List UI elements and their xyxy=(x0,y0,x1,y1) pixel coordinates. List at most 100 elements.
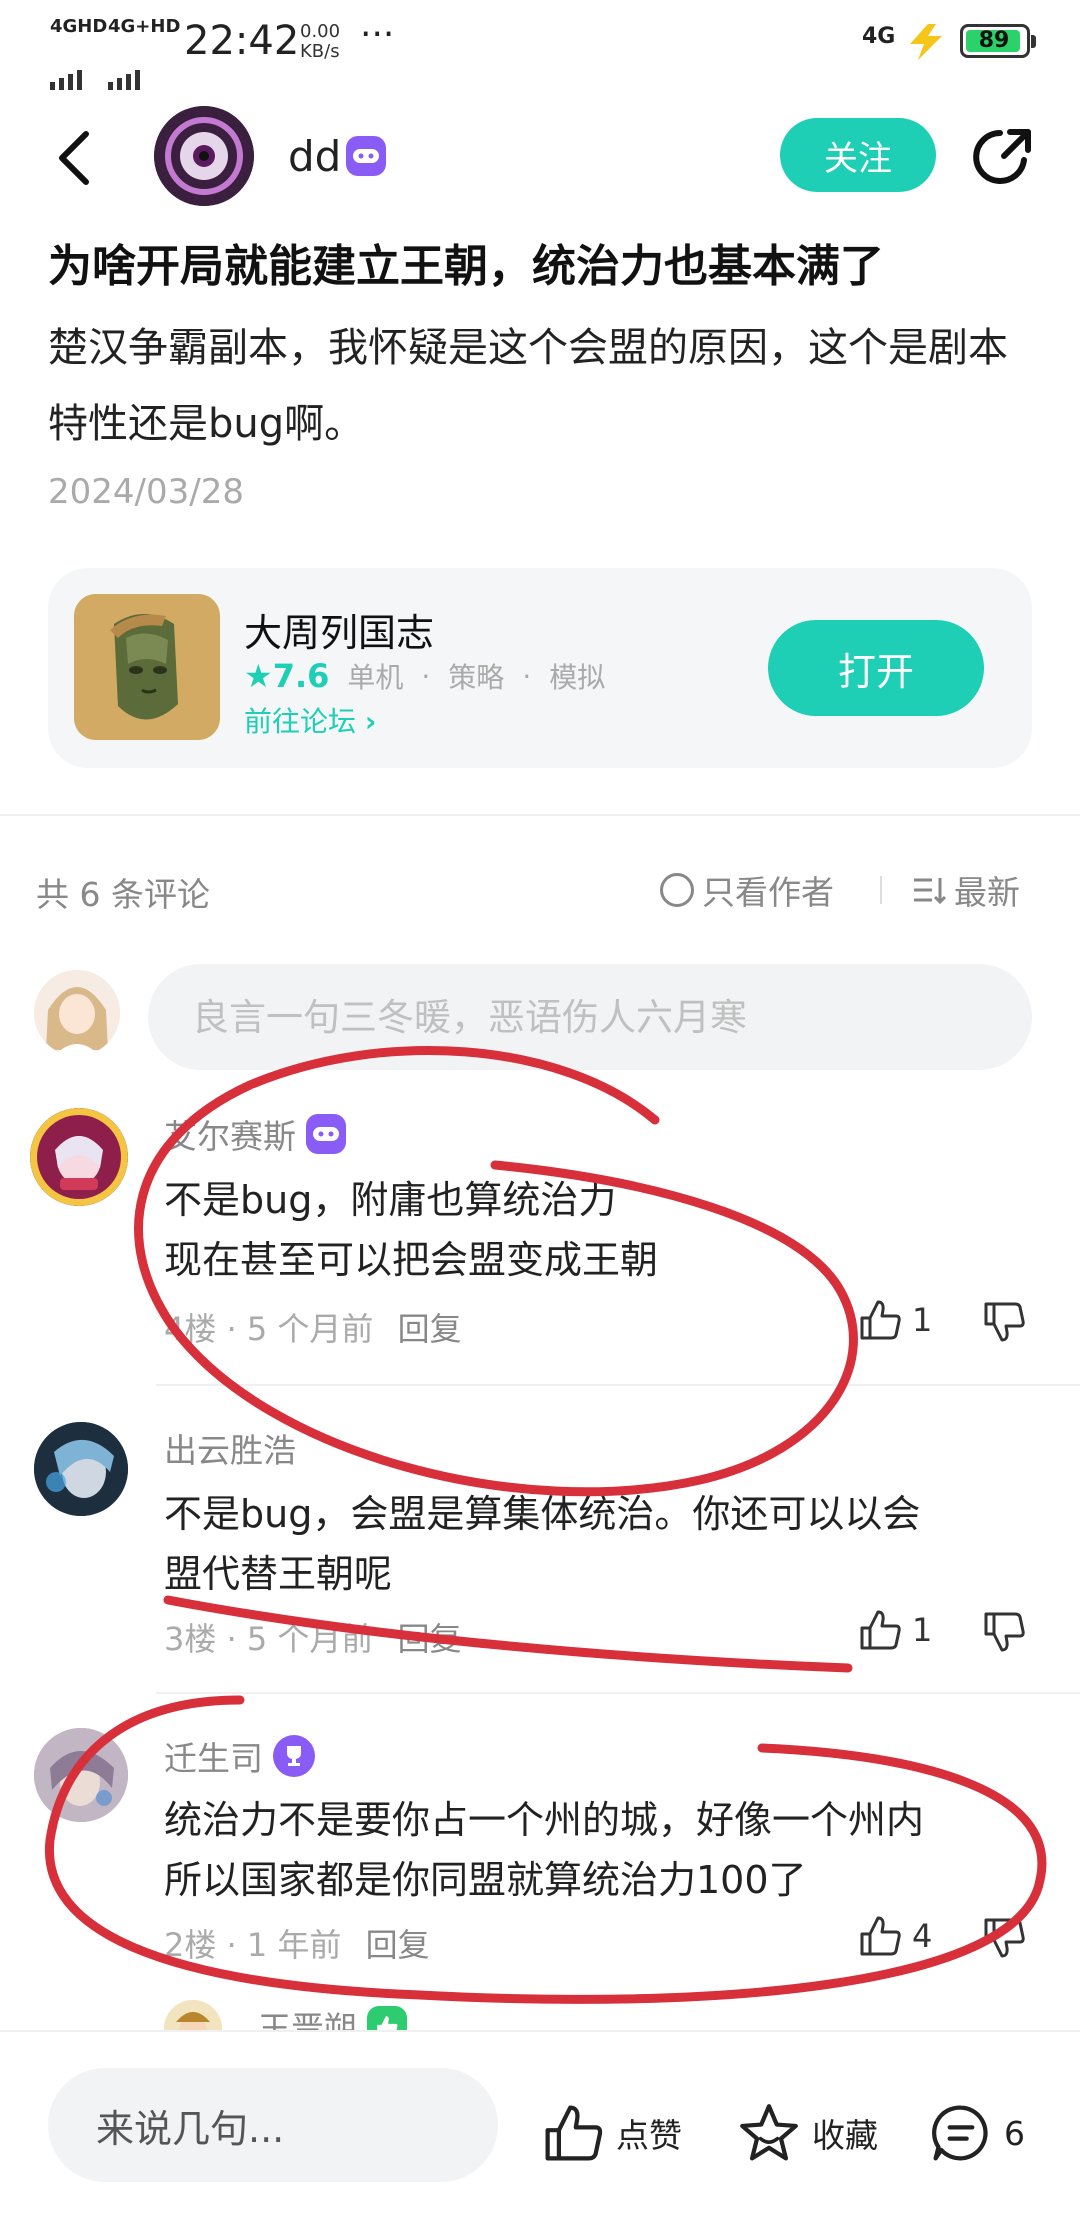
commenter-name[interactable]: 艾尔赛斯 xyxy=(164,1110,296,1158)
post-body: 楚汉争霸副本，我怀疑是这个会盟的原因，这个是剧本特性还是bug啊。 xyxy=(48,325,1008,447)
forum-link[interactable]: 前往论坛 › xyxy=(244,700,376,740)
like-button[interactable]: 1 xyxy=(858,1608,932,1652)
comment-meta: 4楼 · 5 个月前 回复 xyxy=(164,1310,462,1348)
thumbs-down-icon[interactable] xyxy=(982,1300,1026,1344)
post-title: 为啥开局就能建立王朝，统治力也基本满了 xyxy=(48,241,884,292)
signal-1: 4GHD xyxy=(50,18,107,90)
star-icon[interactable] xyxy=(738,2102,800,2164)
only-author-label[interactable]: 只看作者 xyxy=(702,866,834,914)
separator-dot: · xyxy=(522,659,532,693)
comment-text: 统治力不是要你占一个州的城，好像一个州内 所以国家都是你同盟就算统治力100了 xyxy=(164,1790,1014,1910)
comment-floor: 2楼 xyxy=(164,1926,217,1964)
status-bar: 4GHD 4G+HD 22:42 0.00 KB/s ··· 4G 89 xyxy=(0,0,1080,90)
speed-unit: KB/s xyxy=(300,41,340,62)
battery-level: 89 xyxy=(978,28,1010,53)
star-icon: ★ xyxy=(244,657,273,695)
comment-bubble-icon[interactable] xyxy=(930,2102,992,2164)
comment-line: 现在甚至可以把会盟变成王朝 xyxy=(164,1238,659,1282)
comment-line: 统治力不是要你占一个州的城，好像一个州内 xyxy=(164,1798,925,1842)
commenter-avatar[interactable] xyxy=(34,1728,128,1822)
sort-toggle[interactable]: 最新 xyxy=(912,866,1020,914)
signal-bars-icon xyxy=(50,68,107,90)
open-game-button[interactable]: 打开 xyxy=(768,620,984,716)
reply-button[interactable]: 回复 xyxy=(398,1620,462,1658)
bottom-comment-input[interactable]: 来说几句... xyxy=(48,2068,498,2182)
network-type-right: 4G xyxy=(862,24,896,49)
thumbs-up-icon[interactable] xyxy=(858,1608,902,1652)
like-post-button[interactable]: 点赞 xyxy=(542,2102,682,2164)
comments-button[interactable]: 6 xyxy=(930,2102,1025,2164)
commenter-avatar[interactable] xyxy=(30,1108,128,1206)
like-count: 1 xyxy=(912,1611,933,1649)
author-avatar[interactable] xyxy=(154,106,254,206)
comment-meta: 2楼 · 1 年前 回复 xyxy=(164,1926,430,1964)
like-button[interactable]: 4 xyxy=(858,1914,932,1958)
reply-button[interactable]: 回复 xyxy=(366,1926,430,1964)
commenter-avatar[interactable] xyxy=(34,1422,128,1516)
battery-icon: 89 xyxy=(960,24,1036,58)
signal-2: 4G+HD xyxy=(108,18,180,90)
game-tag: 策略 xyxy=(448,661,505,694)
game-tag: 模拟 xyxy=(549,661,606,694)
reply-button[interactable]: 回复 xyxy=(398,1310,462,1348)
comment-input-box[interactable] xyxy=(148,964,1032,1070)
like-count: 4 xyxy=(912,1917,933,1955)
comment-line: 所以国家都是你同盟就算统治力100了 xyxy=(164,1858,807,1902)
bottom-bar: 来说几句... 点赞 收藏 6 xyxy=(0,2030,1080,2214)
comment-meta: 3楼 · 5 个月前 回复 xyxy=(164,1620,462,1658)
divider-vertical xyxy=(880,876,882,904)
thumbs-down-icon[interactable] xyxy=(982,1916,1026,1960)
like-button[interactable]: 1 xyxy=(858,1298,932,1342)
thumbs-up-icon[interactable] xyxy=(542,2102,604,2164)
comment-input[interactable] xyxy=(148,964,1032,1070)
comment-count: 共 6 条评论 xyxy=(36,875,210,914)
more-dots: ··· xyxy=(360,14,395,55)
speed-value: 0.00 xyxy=(300,21,341,42)
comment-floor: 4楼 xyxy=(164,1310,217,1348)
game-card[interactable]: 大周列国志 ★7.6 单机 · 策略 · 模拟 前往论坛 › 打开 xyxy=(48,568,1032,768)
commenter-name[interactable]: 迁生司 xyxy=(164,1732,263,1780)
comment-divider xyxy=(156,1384,1080,1386)
comment-time: 5 个月前 xyxy=(246,1310,374,1348)
game-rating: ★7.6 xyxy=(244,657,329,695)
gamepad-badge-icon xyxy=(346,136,386,176)
follow-button[interactable]: 关注 xyxy=(780,118,936,192)
network-type-2: 4G+HD xyxy=(108,16,181,37)
back-arrow-icon[interactable] xyxy=(54,128,94,188)
thumbs-up-icon[interactable] xyxy=(858,1298,902,1342)
my-avatar xyxy=(34,970,120,1056)
comment-line: 盟代替王朝呢 xyxy=(164,1552,393,1596)
favorite-button[interactable]: 收藏 xyxy=(738,2102,878,2164)
like-post-label[interactable]: 点赞 xyxy=(616,2109,682,2157)
commenter-name[interactable]: 出云胜浩 xyxy=(164,1424,296,1472)
sort-icon[interactable] xyxy=(912,875,946,905)
thumbs-down-icon[interactable] xyxy=(982,1610,1026,1654)
clock: 22:42 xyxy=(184,18,300,64)
commenter-name-row: 艾尔赛斯 xyxy=(164,1110,346,1158)
network-type-1: 4GHD xyxy=(50,16,108,37)
only-author-toggle[interactable]: 只看作者 xyxy=(660,866,834,914)
like-count: 1 xyxy=(912,1301,933,1339)
radio-icon[interactable] xyxy=(660,873,694,907)
commenter-name-row: 迁生司 xyxy=(164,1732,315,1780)
author-name[interactable]: dd xyxy=(288,132,341,181)
section-divider xyxy=(0,814,1080,816)
game-icon[interactable] xyxy=(74,594,220,740)
game-name[interactable]: 大周列国志 xyxy=(244,602,434,657)
commenter-name-row: 出云胜浩 xyxy=(164,1424,296,1472)
gamepad-badge-icon xyxy=(306,1114,346,1154)
separator-dot: · xyxy=(421,659,431,693)
forum-link-label[interactable]: 前往论坛 xyxy=(244,705,356,738)
comment-count-bottom[interactable]: 6 xyxy=(1004,2114,1025,2153)
charging-icon xyxy=(910,24,942,60)
chevron-right-icon: › xyxy=(364,705,377,738)
sort-label[interactable]: 最新 xyxy=(954,866,1020,914)
comment-time: 1 年前 xyxy=(246,1926,342,1964)
comment-floor: 3楼 xyxy=(164,1620,217,1658)
network-speed: 0.00 KB/s xyxy=(300,22,340,62)
thumbs-up-icon[interactable] xyxy=(858,1914,902,1958)
favorite-label[interactable]: 收藏 xyxy=(812,2109,878,2157)
comment-line: 不是bug，附庸也算统治力 xyxy=(164,1178,617,1222)
comment-divider xyxy=(156,1692,1080,1694)
share-icon[interactable] xyxy=(970,124,1036,190)
